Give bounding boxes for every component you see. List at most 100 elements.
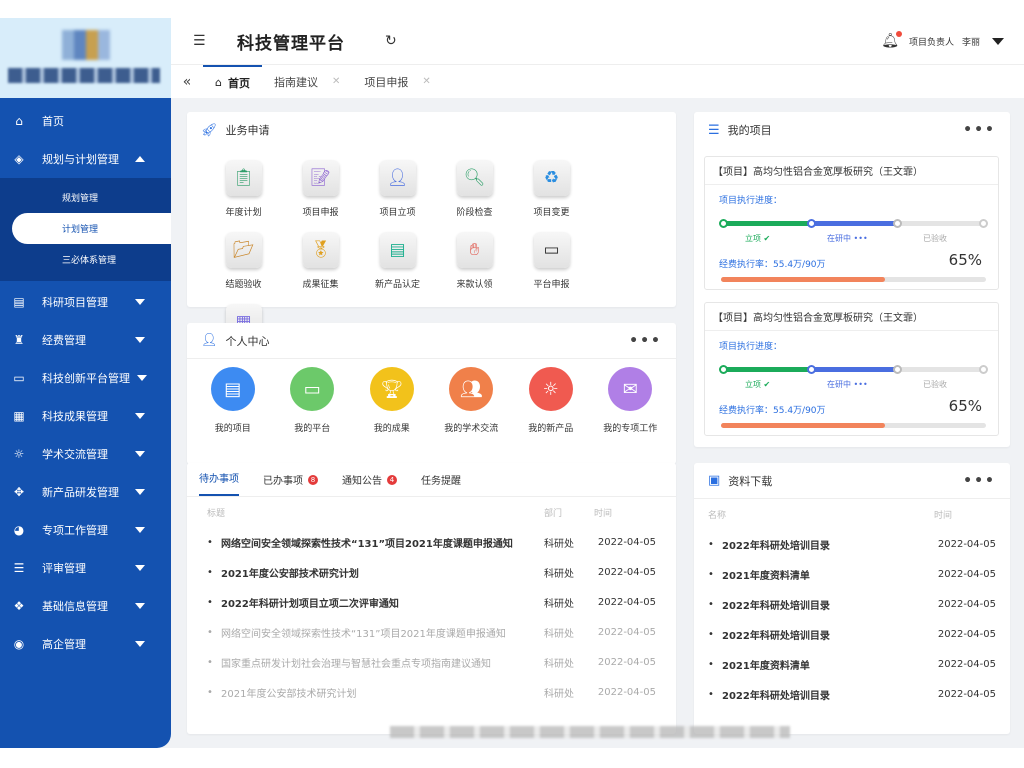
personal-item-0[interactable]: ▤ 我的项目 (193, 367, 273, 434)
target-icon: ◉ (13, 637, 25, 651)
personal-card-header: 👤︎ 个人中心 ••• (187, 323, 676, 359)
sidebar-item-academic[interactable]: ☼ 学术交流管理 (0, 435, 171, 473)
todo-tab-2[interactable]: 通知公告 4 (342, 472, 397, 496)
project-item[interactable]: 【项目】高均匀性铝合金宽厚板研究（王文霏） 项目执行进度： 立项 ✔ 在研中 ••• 已… (704, 302, 999, 436)
sidebar-item-high-tech[interactable]: ◉ 高企管理 (0, 625, 171, 663)
tab-project-application[interactable]: 项目申报 ✕ (352, 65, 442, 98)
sidebar-item-funds[interactable]: ♜ 经费管理 (0, 321, 171, 359)
apps-icon: ✥ (13, 485, 25, 499)
card-title: 我的项目 (727, 124, 772, 137)
close-icon[interactable]: ✕ (332, 76, 340, 87)
business-item-4[interactable]: ♻︎ 项目变更 (513, 154, 590, 226)
sidebar-item-research-projects[interactable]: ▤ 科研项目管理 (0, 283, 171, 321)
progress-done-segment (721, 367, 811, 372)
progress-knot (807, 365, 816, 374)
business-item-1[interactable]: 📝︎ 项目申报 (282, 154, 359, 226)
download-name: 2021年度资料清单 (722, 570, 810, 582)
trophy-icon: 🏆︎ (369, 367, 414, 411)
more-icon[interactable]: ••• (963, 122, 996, 138)
todo-tab-3[interactable]: 任务提醒 (421, 472, 461, 496)
chevron-down-icon (135, 527, 145, 533)
download-row[interactable]: • 2022年科研处培训目录 2022-04-05 (694, 679, 1010, 709)
personal-item-label: 我的项目 (214, 424, 251, 434)
todo-date: 2022-04-05 (597, 596, 656, 608)
personal-item-1[interactable]: ▭ 我的平台 (273, 367, 353, 434)
business-item-5[interactable]: 📂︎ 结题验收 (205, 226, 282, 298)
business-item-0[interactable]: 📋︎ 年度计划 (205, 154, 282, 226)
menu-toggle-icon[interactable]: ☰ (193, 33, 209, 49)
todo-tabs: 待办事项 已办事项 8 通知公告 4 任务提醒 (187, 463, 676, 497)
sidebar-subitem-system-mgmt[interactable]: 三必体系管理 (0, 244, 171, 275)
business-item-6[interactable]: 🏅︎ 成果征集 (282, 226, 359, 298)
bullet-icon: • (207, 596, 213, 608)
sidebar-item-new-products[interactable]: ✥ 新产品研发管理 (0, 473, 171, 511)
download-row[interactable]: • 2021年度资料清单 2022-04-05 (694, 559, 1010, 589)
business-item-9[interactable]: ▭ 平台申报 (513, 226, 590, 298)
sidebar-item-special-work[interactable]: ◕ 专项工作管理 (0, 511, 171, 549)
download-row[interactable]: • 2022年科研处培训目录 2022-04-05 (694, 619, 1010, 649)
bullet-icon: • (708, 628, 714, 640)
monitor-icon: ▭ (13, 371, 25, 385)
personal-item-2[interactable]: 🏆︎ 我的成果 (352, 367, 432, 434)
chevron-down-icon (135, 299, 145, 305)
pie-icon: ◕ (13, 523, 25, 537)
collapse-tabs-icon[interactable]: « (171, 65, 203, 98)
stage-accepted: 已验收 (923, 380, 947, 389)
business-item-7[interactable]: ▤ 新产品认定 (359, 226, 436, 298)
download-date: 2022-04-05 (937, 538, 996, 550)
progress-active-segment (811, 221, 897, 226)
todo-date: 2022-04-05 (597, 626, 656, 638)
tab-home[interactable]: ⌂ 首页 (203, 65, 262, 98)
refresh-icon[interactable]: ↻ (385, 33, 397, 49)
sidebar-subitem-planning-mgmt[interactable]: 规划管理 (0, 182, 171, 213)
close-icon[interactable]: ✕ (422, 76, 430, 87)
project-item[interactable]: 【项目】高均匀性铝合金宽厚板研究（王文霏） 项目执行进度： 立项 ✔ 在研中 ••• 已… (704, 156, 999, 290)
todo-tab-0[interactable]: 待办事项 (199, 470, 239, 496)
personal-item-4[interactable]: ☼ 我的新产品 (511, 367, 591, 434)
download-row[interactable]: • 2021年度资料清单 2022-04-05 (694, 649, 1010, 679)
todo-row[interactable]: • 2022年科研计划项目立项二次评审通知 科研处 2022-04-05 (187, 587, 676, 617)
todo-date: 2022-04-05 (597, 536, 656, 548)
business-item-3[interactable]: 🔍︎ 阶段检查 (436, 154, 513, 226)
sidebar-item-basic-info[interactable]: ❖ 基础信息管理 (0, 587, 171, 625)
user-dropdown-icon[interactable] (992, 37, 1004, 45)
tab-guide-suggestions[interactable]: 指南建议 ✕ (262, 65, 352, 98)
chevron-down-icon (135, 565, 145, 571)
more-icon[interactable]: ••• (963, 473, 996, 489)
todo-row[interactable]: • 国家重点研发计划社会治理与智慧社会重点专项指南建议通知 科研处 2022-04-0… (187, 647, 676, 677)
platform-icon: ▭ (533, 232, 570, 268)
progress-knot (979, 219, 988, 228)
sidebar-item-label: 评审管理 (42, 562, 86, 575)
notification-dot (895, 31, 902, 37)
sidebar-item-platform[interactable]: ▭ 科技创新平台管理 (0, 359, 171, 397)
chevron-down-icon (135, 337, 145, 343)
sidebar-item-achievements[interactable]: ▦ 科技成果管理 (0, 397, 171, 435)
todo-row[interactable]: • 网络空间安全领域探索性技术“131”项目2021年度课题申报通知 科研处 2022… (187, 527, 676, 557)
more-icon[interactable]: ••• (629, 333, 662, 349)
business-item-8[interactable]: ✋︎ 来款认领 (436, 226, 513, 298)
fund-bar-fill (721, 277, 886, 282)
file-icon: ▤ (379, 232, 416, 268)
hand-money-icon: ✋︎ (456, 232, 493, 268)
todo-title: 网络空间安全领域探索性技术“131”项目2021年度课题申报通知 (221, 538, 513, 550)
user-name: 李丽 (961, 37, 980, 48)
sidebar-submenu: 规划管理 计划管理 三必体系管理 (0, 178, 171, 281)
personal-item-5[interactable]: ✉ 我的专项工作 (591, 367, 671, 434)
bell-icon[interactable]: 🔔︎ (881, 31, 902, 49)
project-title: 【项目】高均匀性铝合金宽厚板研究（王文霏） (705, 157, 998, 185)
todo-row[interactable]: • 2021年度公安部技术研究计划 科研处 2022-04-05 (187, 557, 676, 587)
sidebar-item-planning[interactable]: ◈ 规划与计划管理 (0, 140, 171, 178)
money-bag-icon: ♜ (13, 333, 25, 347)
sidebar-item-label: 首页 (42, 115, 64, 128)
download-row[interactable]: • 2022年科研处培训目录 2022-04-05 (694, 589, 1010, 619)
todo-row[interactable]: • 2021年度公安部技术研究计划 科研处 2022-04-05 (187, 677, 676, 707)
todo-tab-1[interactable]: 已办事项 8 (263, 472, 318, 496)
sidebar-item-home[interactable]: ⌂ 首页 (0, 102, 171, 140)
bullet-icon: • (207, 686, 213, 698)
business-item-2[interactable]: 👤︎ 项目立项 (359, 154, 436, 226)
todo-row[interactable]: • 网络空间安全领域探索性技术“131”项目2021年度课题申报通知 科研处 2022… (187, 617, 676, 647)
download-row[interactable]: • 2022年科研处培训目录 2022-04-05 (694, 529, 1010, 559)
sidebar-item-review[interactable]: ☰ 评审管理 (0, 549, 171, 587)
sidebar-subitem-plan-mgmt[interactable]: 计划管理 (12, 213, 171, 244)
personal-item-3[interactable]: 👥︎ 我的学术交流 (432, 367, 512, 434)
